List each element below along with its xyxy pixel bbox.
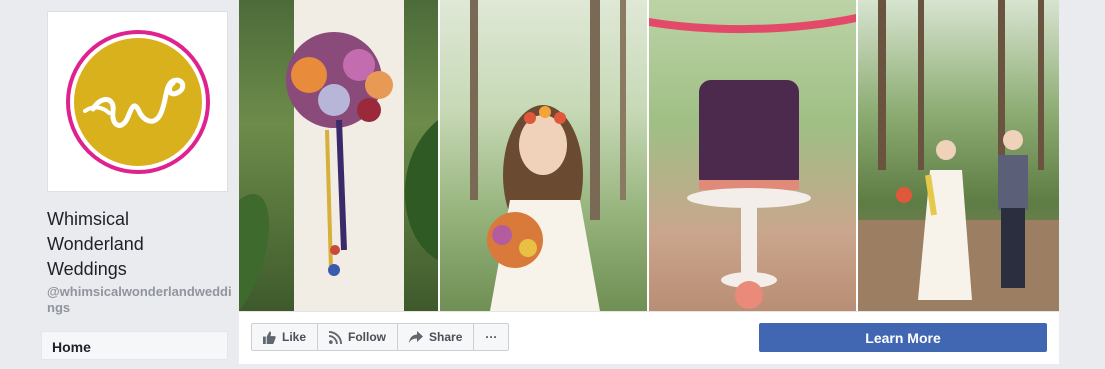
thumbs-up-icon [263, 330, 276, 344]
page-title[interactable]: Whimsical Wonderland Weddings [47, 207, 232, 282]
rss-follow-icon [329, 330, 343, 344]
page-profile-picture[interactable] [47, 11, 228, 192]
more-dots-icon: ··· [485, 330, 498, 344]
share-arrow-icon [409, 331, 424, 343]
page-username[interactable]: @whimsicalwonderlandweddings [47, 284, 232, 316]
cover-photo-bride [440, 0, 647, 311]
learn-more-button[interactable]: Learn More [759, 323, 1047, 352]
page-title-line: Weddings [47, 259, 127, 279]
nav-item-home[interactable]: Home [41, 331, 228, 360]
share-button-label: Share [429, 330, 463, 344]
page-title-line: Whimsical [47, 209, 130, 229]
like-button[interactable]: Like [251, 323, 319, 351]
cover-photo-bouquet [239, 0, 438, 311]
more-options-button[interactable]: ··· [473, 323, 510, 351]
cover-photo-couple [858, 0, 1059, 311]
cover-photo-cake [649, 0, 856, 311]
page-title-line: Wonderland [47, 234, 144, 254]
share-button[interactable]: Share [397, 323, 475, 351]
like-button-label: Like [282, 330, 307, 344]
cover-photo[interactable] [239, 0, 1059, 311]
follow-button-label: Follow [348, 330, 387, 344]
page-action-bar: Like Follow Share ··· Learn More [239, 311, 1059, 364]
page-action-buttons: Like Follow Share ··· [251, 323, 510, 351]
follow-button[interactable]: Follow [317, 323, 399, 351]
brand-logo [65, 29, 210, 174]
